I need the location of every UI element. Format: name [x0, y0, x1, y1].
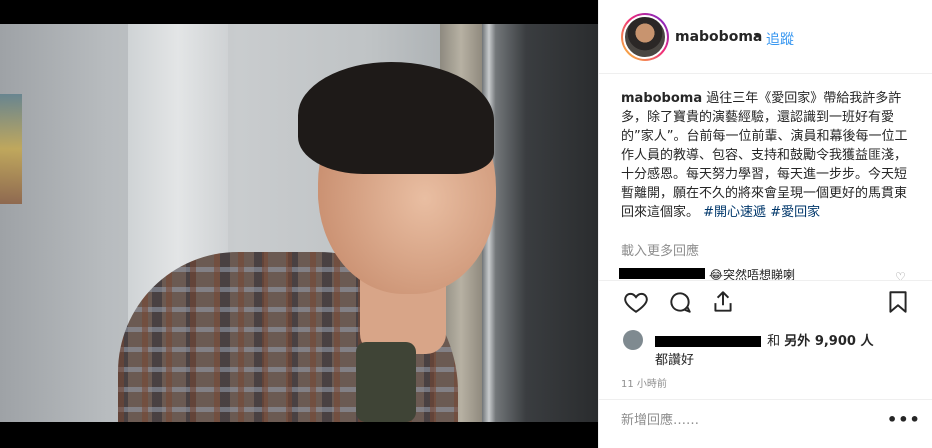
heart-icon [624, 292, 648, 313]
post-side-panel: maboboma • 追蹤 maboboma 過往三年《愛回家》帶給我許多許多，… [598, 0, 932, 448]
comment-button[interactable] [667, 289, 697, 319]
follow-button[interactable]: 追蹤 [766, 29, 794, 49]
share-button[interactable] [710, 289, 740, 319]
post-caption: maboboma 過往三年《愛回家》帶給我許多許多，除了寶貴的演藝經驗，還認識到… [621, 89, 911, 222]
hashtag-link[interactable]: #開心速遞 [703, 205, 766, 220]
post-header: maboboma • 追蹤 [599, 0, 932, 74]
save-button[interactable] [885, 289, 915, 319]
comment-like-icon[interactable]: ♡ [895, 270, 906, 284]
comment-row: 😂突然唔想睇喇 [619, 267, 917, 281]
likes-count-link[interactable]: 另外 9,900 人 [784, 334, 873, 349]
share-icon [714, 291, 732, 312]
post-media [0, 0, 598, 448]
liker-avatar[interactable] [623, 330, 643, 350]
undershirt [356, 342, 416, 422]
avatar [623, 15, 667, 59]
add-comment-input[interactable] [621, 413, 871, 428]
hashtag-link[interactable]: #愛回家 [770, 205, 820, 220]
comment-text: 😂突然唔想睇喇 [709, 268, 796, 281]
bookmark-icon [889, 291, 907, 313]
like-button[interactable] [623, 289, 653, 319]
post-photo[interactable] [0, 24, 598, 422]
likes-summary: 和 另外 9,900 人 [655, 330, 873, 349]
post-timestamp[interactable]: 11 小時前 [621, 375, 667, 390]
divider [599, 280, 932, 281]
likes-suffix: 都讚好 [655, 353, 695, 368]
caption-text: 過往三年《愛回家》帶給我許多許多，除了寶貴的演藝經驗，還認識到一班好有愛的”家人… [621, 91, 908, 220]
redacted-liker-name [655, 336, 761, 347]
divider [599, 399, 932, 400]
load-more-comments[interactable]: 載入更多回應 [621, 240, 699, 259]
more-options-button[interactable]: ••• [887, 410, 921, 429]
comment-icon [670, 292, 691, 313]
story-ring[interactable] [621, 13, 669, 61]
header-separator: • [753, 28, 762, 44]
wall-poster [0, 94, 22, 204]
likes-prefix: 和 [767, 334, 781, 349]
header-username[interactable]: maboboma [675, 29, 762, 45]
person-hair [298, 62, 494, 174]
caption-username[interactable]: maboboma [621, 91, 702, 106]
redacted-username [619, 268, 705, 279]
